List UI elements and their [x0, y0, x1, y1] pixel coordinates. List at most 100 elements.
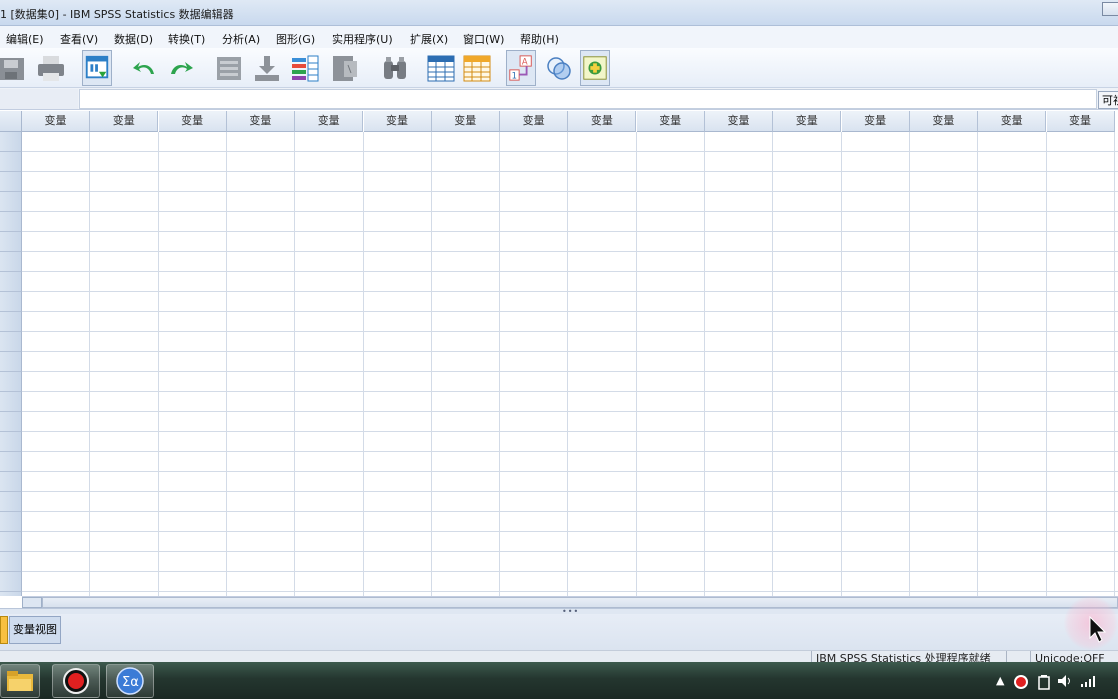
grid-column-line [294, 132, 296, 596]
column-header[interactable]: 变量 [841, 111, 910, 132]
menu-help[interactable]: 帮助(H) [520, 31, 559, 47]
value-labels-icon[interactable] [580, 50, 610, 86]
dialog-recall-icon[interactable] [82, 50, 112, 86]
column-header[interactable]: 变量 [568, 111, 637, 132]
tray-record-icon[interactable] [1013, 674, 1029, 690]
goto-case-icon[interactable] [214, 53, 244, 83]
row-header[interactable] [0, 592, 22, 596]
column-header[interactable]: 变量 [158, 111, 227, 132]
menu-analyze[interactable]: 分析(A) [222, 31, 260, 47]
print-icon[interactable] [36, 53, 66, 83]
row-header[interactable] [0, 212, 22, 232]
column-header[interactable]: 变量 [295, 111, 364, 132]
data-grid[interactable]: 变量 变量 变量 变量 变量 变量 变量 变量 变量 变量 变量 变量 变量 变量 变量 变量 [0, 111, 1118, 596]
grid-row-line [22, 291, 1118, 292]
column-header[interactable]: 变量 [500, 111, 569, 132]
tray-network-icon[interactable] [1080, 674, 1096, 688]
row-header[interactable] [0, 392, 22, 412]
column-header[interactable]: 变量 [22, 111, 90, 132]
menu-bar: 编辑(E) 查看(V) 数据(D) 转换(T) 分析(A) 图形(G) 实用程序… [0, 26, 1118, 48]
column-header[interactable]: 变量 [1046, 111, 1115, 132]
unicode-status: Unicode:OFF [1030, 651, 1118, 662]
goto-variable-icon[interactable] [252, 53, 282, 83]
variables-icon[interactable] [290, 53, 320, 83]
column-header[interactable]: 变量 [773, 111, 842, 132]
row-header[interactable] [0, 372, 22, 392]
tray-expand-icon[interactable]: ▲ [996, 674, 1004, 687]
row-header[interactable] [0, 492, 22, 512]
row-header[interactable] [0, 272, 22, 292]
tray-volume-icon[interactable] [1056, 673, 1074, 689]
column-header[interactable]: 变量 [705, 111, 773, 132]
scroll-left-arrow[interactable] [22, 597, 42, 608]
tray-battery-icon[interactable] [1037, 674, 1051, 690]
scrollbar-thumb[interactable] [42, 597, 1118, 608]
menu-transform[interactable]: 转换(T) [168, 31, 205, 47]
row-header[interactable] [0, 332, 22, 352]
row-header[interactable] [0, 552, 22, 572]
row-header[interactable] [0, 152, 22, 172]
column-header[interactable]: 变量 [636, 111, 705, 132]
row-header[interactable] [0, 352, 22, 372]
grid-row-line [22, 251, 1118, 252]
run-descriptives-icon[interactable] [330, 53, 360, 83]
column-header[interactable]: 变量 [226, 111, 295, 132]
find-icon[interactable] [380, 53, 410, 83]
undo-icon[interactable] [130, 53, 160, 83]
tab-data-view[interactable] [0, 616, 8, 644]
split-file-icon[interactable]: A1 [506, 50, 536, 86]
tab-variable-view[interactable]: 变量视图 [9, 616, 61, 644]
row-header[interactable] [0, 132, 22, 152]
row-header[interactable] [0, 432, 22, 452]
row-header[interactable] [0, 572, 22, 592]
column-header[interactable]: 变量 [363, 111, 432, 132]
svg-text:1: 1 [512, 70, 517, 80]
grid-column-line [1113, 132, 1115, 596]
explorer-button[interactable] [0, 664, 40, 698]
grid-column-line [908, 132, 910, 596]
grid-column-line [89, 132, 91, 596]
mouse-cursor-icon [1089, 616, 1107, 643]
row-header[interactable] [0, 292, 22, 312]
cell-reference-box[interactable] [0, 89, 78, 109]
column-header[interactable]: 变量 [978, 111, 1047, 132]
row-header[interactable] [0, 532, 22, 552]
recorder-button[interactable] [52, 664, 100, 698]
column-header[interactable]: 变量 [90, 111, 159, 132]
insert-cases-icon[interactable] [426, 53, 456, 83]
grid-row-line [22, 491, 1118, 492]
cell-content-input[interactable] [79, 89, 1097, 109]
menu-graphs[interactable]: 图形(G) [276, 31, 315, 47]
row-header[interactable] [0, 172, 22, 192]
toolbar: A1 [0, 48, 1118, 88]
grid-corner[interactable] [0, 111, 22, 132]
row-header[interactable] [0, 412, 22, 432]
select-cases-icon[interactable] [544, 53, 574, 83]
save-icon[interactable] [0, 53, 30, 83]
row-header[interactable] [0, 452, 22, 472]
row-header[interactable] [0, 232, 22, 252]
grid-row-line [22, 551, 1118, 552]
row-header[interactable] [0, 472, 22, 492]
row-header[interactable] [0, 312, 22, 332]
menu-view[interactable]: 查看(V) [60, 31, 98, 47]
column-header[interactable]: 变量 [431, 111, 500, 132]
minimize-button[interactable] [1102, 2, 1118, 16]
row-header[interactable] [0, 252, 22, 272]
row-header[interactable] [0, 192, 22, 212]
grid-row-line [22, 451, 1118, 452]
column-header[interactable]: 变量 [909, 111, 978, 132]
spss-taskbar-button[interactable]: Σα [106, 664, 154, 698]
grid-row-line [22, 511, 1118, 512]
menu-data[interactable]: 数据(D) [114, 31, 153, 47]
menu-extensions[interactable]: 扩展(X) [410, 31, 448, 47]
redo-icon[interactable] [166, 53, 196, 83]
menu-edit[interactable]: 编辑(E) [6, 31, 44, 47]
grid-row-line [22, 331, 1118, 332]
insert-variable-icon[interactable] [462, 53, 492, 83]
menu-utilities[interactable]: 实用程序(U) [332, 31, 393, 47]
menu-window[interactable]: 窗口(W) [463, 31, 504, 47]
grid-column-line [772, 132, 774, 596]
row-header[interactable] [0, 512, 22, 532]
status-empty [1006, 651, 1030, 662]
